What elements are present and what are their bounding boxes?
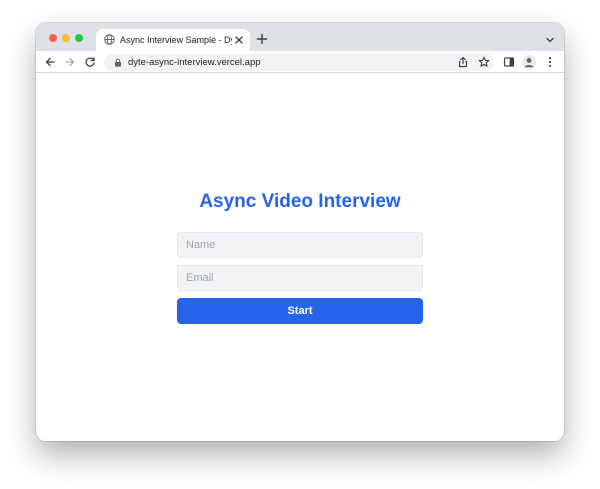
forward-icon[interactable]	[64, 56, 76, 68]
minimize-window-button[interactable]	[62, 34, 70, 42]
tab-active[interactable]: Async Interview Sample - Dyte	[96, 29, 250, 51]
browser-toolbar: dyte-async-interview.vercel.app	[36, 51, 564, 73]
name-field[interactable]	[177, 232, 423, 258]
lock-icon[interactable]	[114, 58, 122, 67]
back-icon[interactable]	[44, 56, 56, 68]
person-icon	[524, 58, 534, 68]
side-panel-icon[interactable]	[503, 56, 515, 68]
profile-icon[interactable]	[522, 55, 536, 69]
star-icon[interactable]	[478, 56, 490, 68]
kebab-menu-icon[interactable]	[544, 56, 556, 68]
tab-title: Async Interview Sample - Dyte	[120, 35, 232, 45]
new-tab-icon[interactable]	[256, 33, 268, 45]
globe-icon	[104, 34, 115, 45]
browser-window: Async Interview Sample - Dyte dyte-async…	[36, 23, 564, 441]
page-content: Async Video Interview Start	[36, 74, 564, 441]
start-button[interactable]: Start	[177, 298, 423, 324]
share-icon[interactable]	[457, 56, 469, 68]
reload-icon[interactable]	[84, 56, 96, 68]
chevron-down-icon[interactable]	[545, 36, 555, 44]
email-field[interactable]	[177, 265, 423, 291]
address-bar[interactable]: dyte-async-interview.vercel.app	[104, 54, 494, 71]
close-tab-icon[interactable]	[234, 35, 244, 45]
close-window-button[interactable]	[49, 34, 57, 42]
url-text: dyte-async-interview.vercel.app	[128, 57, 261, 68]
page-title: Async Video Interview	[199, 191, 401, 212]
tab-strip: Async Interview Sample - Dyte	[36, 23, 564, 51]
zoom-window-button[interactable]	[75, 34, 83, 42]
